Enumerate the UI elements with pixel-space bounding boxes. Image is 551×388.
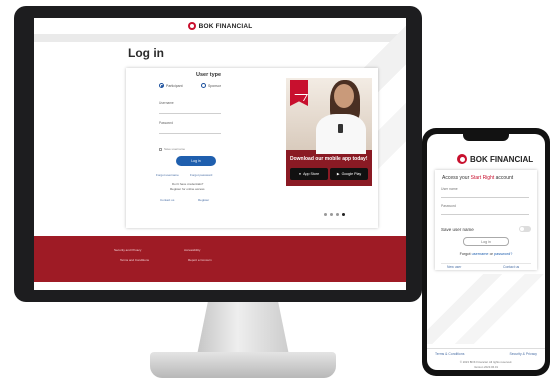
radio-participant-label: Participant <box>166 83 183 88</box>
mobile-login-panel: Access your Start Right account User nam… <box>435 170 537 270</box>
mobile-footer: Terms & Conditions Security & Privacy © … <box>427 348 545 370</box>
mobile-username-field[interactable] <box>441 197 529 198</box>
save-username-label: Save username <box>164 147 186 151</box>
bok-logo-icon <box>187 22 196 30</box>
checkbox-icon <box>159 147 162 151</box>
panel-divider <box>441 263 531 264</box>
app-store-button[interactable]: ● App Store <box>290 168 328 180</box>
user-type-title: User type <box>196 72 222 78</box>
mobile-phone: BOK FINANCIAL Access your Start Right ac… <box>422 128 550 376</box>
radio-sponsor-label: Sponsor <box>208 83 222 88</box>
footer-link[interactable]: Report a Concern <box>188 258 212 262</box>
apple-icon: ● <box>298 172 302 176</box>
radio-unselected-icon <box>201 83 206 88</box>
mobile-screen: BOK FINANCIAL Access your Start Right ac… <box>427 134 545 370</box>
page-title: Log in <box>128 46 164 60</box>
security-link[interactable]: Security & Privacy <box>509 352 537 356</box>
promo-brand-flag-icon <box>290 80 308 106</box>
google-play-label: Google Play <box>341 172 362 176</box>
mobile-login-button[interactable]: Log in <box>463 237 509 246</box>
forgot-credentials: Forgot username or password? <box>435 252 537 256</box>
mobile-password-field[interactable] <box>441 214 529 215</box>
access-suffix: account <box>494 175 514 181</box>
footer-link[interactable]: Accessibility <box>184 248 200 252</box>
radio-sponsor[interactable]: Sponsor <box>201 83 221 88</box>
save-username-checkbox[interactable]: Save username <box>159 147 185 151</box>
radio-participant[interactable]: Participant <box>159 83 183 88</box>
radio-selected-icon <box>159 83 164 88</box>
promo-headline: Download our mobile app today! <box>290 156 368 162</box>
desktop-footer: Security and Privacy Terms and Condition… <box>34 236 406 282</box>
mobile-app-promo[interactable]: Download our mobile app today! ● App Sto… <box>286 78 372 186</box>
mobile-footer-links: Terms & Conditions Security & Privacy <box>435 352 537 356</box>
save-username-label: Save user name <box>441 227 474 232</box>
desktop-brand-name: BOK FINANCIAL <box>198 22 253 30</box>
promo-photo <box>286 78 372 154</box>
forgot-prefix: Forgot <box>459 252 472 256</box>
login-card: User type Participant Sponsor Username P… <box>126 68 378 228</box>
version-text: Version 2023.06.01 <box>473 365 499 369</box>
play-icon: ▶ <box>336 172 340 176</box>
mobile-logo: BOK FINANCIAL <box>457 154 533 164</box>
mobile-background-stripes <box>427 274 545 344</box>
footer-link[interactable]: Terms and Conditions <box>120 258 149 262</box>
google-play-button[interactable]: ▶ Google Play <box>330 168 368 180</box>
no-account-text: Don't have credentials? <box>172 182 204 186</box>
carousel-dot[interactable] <box>324 213 327 216</box>
terms-link[interactable]: Terms & Conditions <box>435 352 464 356</box>
mobile-username-label: User name <box>441 187 458 191</box>
mobile-contact-us-link[interactable]: Contact us <box>503 265 519 269</box>
access-prefix: Access your <box>442 175 471 181</box>
save-username-toggle[interactable] <box>519 226 531 232</box>
bok-logo-icon <box>457 154 467 164</box>
login-button[interactable]: Log in <box>176 156 216 166</box>
mobile-brand-name: BOK FINANCIAL <box>470 154 534 164</box>
access-highlight: Start Right <box>470 175 495 181</box>
footer-link[interactable]: Security and Privacy <box>114 248 141 252</box>
carousel-dot[interactable] <box>330 213 333 216</box>
password-field[interactable] <box>159 133 221 134</box>
username-label: Username <box>159 101 174 105</box>
promo-woman-body <box>316 114 366 154</box>
register-text: Register for online access <box>170 187 205 191</box>
promo-phone-icon <box>338 124 343 133</box>
app-store-label: App Store <box>303 172 320 176</box>
password-label: Password <box>159 121 173 125</box>
desktop-screen: BOK FINANCIAL Log in User type Participa… <box>34 18 406 290</box>
monitor-stand-base <box>150 352 336 378</box>
mobile-forgot-password-link[interactable]: password? <box>494 252 512 256</box>
username-field[interactable] <box>159 113 221 114</box>
monitor-stand-neck <box>196 302 290 356</box>
forgot-password-link[interactable]: Forgot password <box>190 173 212 177</box>
phone-notch <box>463 134 509 141</box>
forgot-username-link[interactable]: Forgot username <box>156 173 179 177</box>
mobile-forgot-username-link[interactable]: username <box>472 252 489 256</box>
carousel-dot-active[interactable] <box>342 213 345 216</box>
contact-us-link[interactable]: Contact us <box>160 198 174 202</box>
register-link[interactable]: Register <box>198 198 209 202</box>
copyright-text: © 2023 BOK Financial. All rights reserve… <box>459 360 513 364</box>
promo-woman-face <box>334 84 354 108</box>
carousel-dot[interactable] <box>336 213 339 216</box>
access-heading: Access your Start Right account <box>442 175 513 181</box>
device-mockup: BOK FINANCIAL Log in User type Participa… <box>0 0 551 388</box>
carousel-dots <box>324 213 345 216</box>
new-user-link[interactable]: New user <box>447 265 461 269</box>
desktop-monitor: BOK FINANCIAL Log in User type Participa… <box>14 6 422 302</box>
mobile-password-label: Password <box>441 204 456 208</box>
